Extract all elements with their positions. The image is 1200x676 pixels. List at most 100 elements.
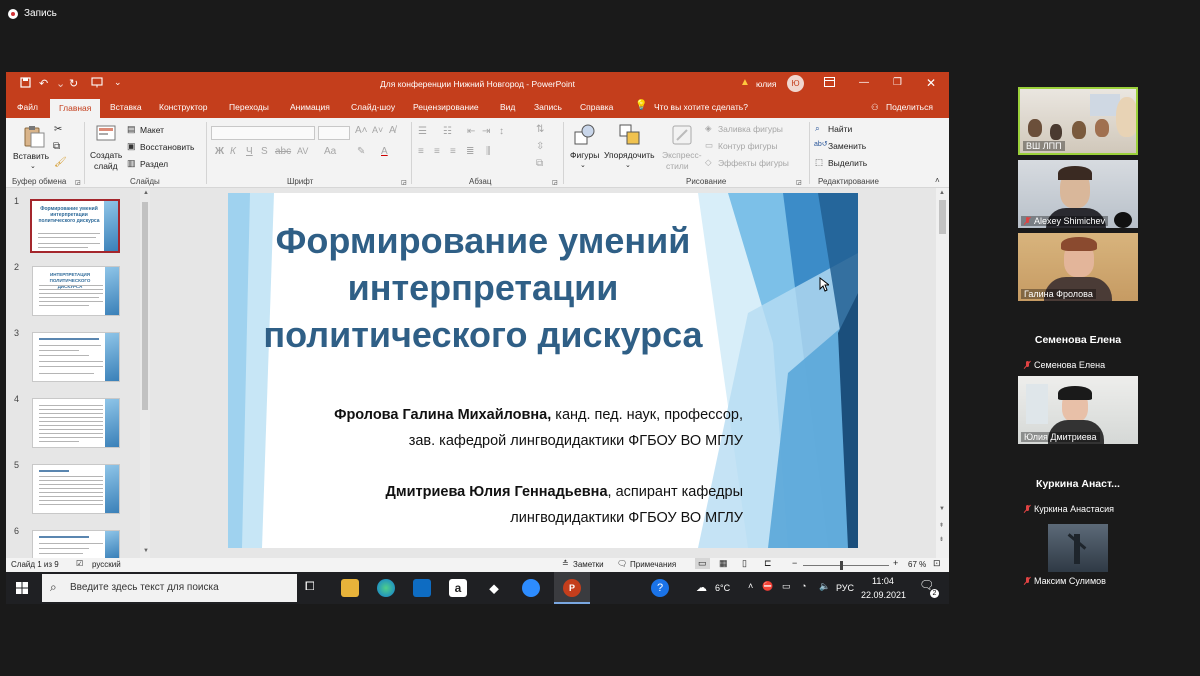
arrange-dropdown-icon[interactable]: ⌄ <box>625 161 631 169</box>
replace-icon[interactable]: ab↺ <box>814 140 828 148</box>
tab-help[interactable]: Справка <box>580 102 613 112</box>
input-language[interactable]: РУС <box>836 583 854 593</box>
avatar[interactable]: Ю <box>787 75 804 92</box>
zoom-in-button[interactable]: + <box>893 558 898 568</box>
ribbon-display-options-icon[interactable] <box>824 77 835 90</box>
find-icon[interactable]: ⌕ <box>815 123 820 134</box>
language-indicator[interactable]: русский <box>92 560 121 569</box>
smartart-icon[interactable]: ⧉ <box>536 158 543 169</box>
layout-button[interactable]: Макет <box>140 125 164 135</box>
layout-icon[interactable]: ▤ <box>127 124 136 135</box>
reset-button[interactable]: Восстановить <box>140 142 194 152</box>
shape-fill-button[interactable]: Заливка фигуры <box>718 124 783 134</box>
participant-tile-4[interactable]: Семенова Елена Семенова Елена <box>1018 304 1138 372</box>
increase-font-icon[interactable]: A˄ <box>355 125 368 136</box>
participant-tile-7[interactable]: Максим Сулимов <box>1018 520 1138 588</box>
shadow-icon[interactable]: S <box>261 146 268 157</box>
change-case-icon[interactable]: Aa <box>324 146 336 157</box>
share-button[interactable]: Поделиться <box>886 102 933 112</box>
increase-indent-icon[interactable]: ⇥ <box>482 126 490 137</box>
battery-icon[interactable]: ▭ <box>782 581 791 592</box>
notes-button[interactable]: Заметки <box>573 560 604 569</box>
bullets-icon[interactable]: ☰ <box>418 126 427 137</box>
paste-button[interactable]: Вставить <box>13 151 49 161</box>
paste-dropdown-icon[interactable]: ⌄ <box>30 162 36 170</box>
share-icon[interactable]: ⚇ <box>871 102 879 113</box>
thumbnails-scrollbar[interactable]: ▲ ▼ <box>140 188 150 558</box>
slide-scrollbar[interactable]: ▲ ▼ ⇞ ⇟ <box>936 188 949 558</box>
collapse-ribbon-icon[interactable]: ˄ <box>935 176 940 185</box>
tab-view[interactable]: Вид <box>500 102 515 112</box>
tab-design[interactable]: Конструктор <box>159 102 207 112</box>
text-direction-icon[interactable]: ⇅ <box>536 124 544 135</box>
tab-recording[interactable]: Запись <box>534 102 562 112</box>
tab-home[interactable]: Главная <box>50 99 101 119</box>
clock-date[interactable]: 22.09.2021 <box>861 590 906 600</box>
drawing-launcher-icon[interactable]: ◲ <box>796 179 802 186</box>
quick-styles-label-1[interactable]: Экспресс- <box>662 150 702 160</box>
close-icon[interactable]: ✕ <box>926 76 936 90</box>
italic-icon[interactable]: К <box>230 146 236 157</box>
format-painter-icon[interactable]: 🖌 <box>54 157 67 168</box>
tray-chevron-icon[interactable]: ˄ <box>748 581 753 591</box>
zoom-level[interactable]: 67 % <box>908 560 926 569</box>
shape-outline-button[interactable]: Контур фигуры <box>718 141 777 151</box>
underline-icon[interactable]: Ч <box>246 146 253 157</box>
new-slide-label-2[interactable]: слайд <box>94 161 118 171</box>
paragraph-launcher-icon[interactable]: ◲ <box>552 179 558 186</box>
zoom-slider[interactable] <box>803 565 889 566</box>
copy-icon[interactable]: ⧉ <box>53 141 60 152</box>
tab-insert[interactable]: Вставка <box>110 102 142 112</box>
quick-styles-label-2[interactable]: стили <box>666 161 689 171</box>
bold-icon[interactable]: Ж <box>215 146 224 157</box>
slide-thumbnail-1[interactable]: Формирование умений интерпретации полити… <box>30 199 120 253</box>
align-left-icon[interactable]: ≡ <box>418 146 424 157</box>
shapes-dropdown-icon[interactable]: ⌄ <box>580 161 586 169</box>
decrease-indent-icon[interactable]: ⇤ <box>467 126 475 137</box>
task-view-icon[interactable]: ⧠ <box>305 579 323 597</box>
taskbar-powerpoint[interactable]: P <box>554 572 590 604</box>
strikethrough-icon[interactable]: abc <box>275 146 291 157</box>
notes-icon[interactable]: ≛ <box>562 559 569 568</box>
tell-me-search[interactable]: Что вы хотите сделать? <box>654 102 748 112</box>
participant-tile-6[interactable]: Куркина Анаст... Куркина Анастасия <box>1018 448 1138 516</box>
new-slide-label-1[interactable]: Создать <box>90 150 122 160</box>
weather-icon[interactable]: ☁ <box>696 581 707 594</box>
fit-slide-icon[interactable]: ⊡ <box>933 558 941 569</box>
dropbox-icon[interactable]: ⬥ <box>485 579 503 597</box>
clock-time[interactable]: 11:04 <box>872 576 894 586</box>
find-button[interactable]: Найти <box>828 124 852 134</box>
arrange-icon[interactable] <box>618 123 642 149</box>
highlight-icon[interactable]: ✎ <box>357 146 365 157</box>
shape-outline-icon[interactable]: ▭ <box>705 140 713 151</box>
minimize-icon[interactable]: — <box>859 77 869 88</box>
align-right-icon[interactable]: ≡ <box>450 146 456 157</box>
mail-icon[interactable] <box>413 579 431 597</box>
columns-icon[interactable]: ⫼ <box>486 146 491 157</box>
font-color-icon[interactable]: A <box>381 146 388 157</box>
comments-icon[interactable]: 🗨 <box>617 559 627 568</box>
slide-title[interactable]: Формирование умений интерпретации полити… <box>248 217 718 358</box>
start-button[interactable] <box>6 572 38 604</box>
replace-button[interactable]: Заменить <box>828 141 866 151</box>
shape-fill-icon[interactable]: ◈ <box>705 123 712 134</box>
temperature[interactable]: 6°C <box>715 583 730 593</box>
slide-thumbnail-2[interactable]: ИНТЕРПРЕТАЦИЯ ПОЛИТИЧЕСКОГО ДИСКУРСА <box>32 266 120 316</box>
proofing-icon[interactable]: ☑ <box>76 559 83 568</box>
arrange-button[interactable]: Упорядочить <box>604 150 655 160</box>
participant-tile-1[interactable]: ВШ ЛПП <box>1018 87 1138 155</box>
normal-view-icon[interactable]: ▭ <box>695 558 710 569</box>
zoom-slider-thumb[interactable] <box>840 561 843 570</box>
shapes-icon[interactable] <box>573 123 597 149</box>
taskbar-search[interactable]: ⌕ Введите здесь текст для поиска <box>42 574 297 602</box>
clear-formatting-icon[interactable]: A̸ <box>389 125 396 136</box>
decrease-font-icon[interactable]: A˅ <box>372 125 383 135</box>
participant-tile-3[interactable]: Галина Фролова <box>1018 233 1138 301</box>
slide-thumbnail-5[interactable] <box>32 464 120 514</box>
font-size-select[interactable] <box>318 126 350 140</box>
spacing-icon[interactable]: AV <box>297 146 308 156</box>
comments-button[interactable]: Примечания <box>630 560 676 569</box>
zoom-out-button[interactable]: − <box>792 558 797 568</box>
numbering-icon[interactable]: ☷ <box>443 126 452 137</box>
select-button[interactable]: Выделить <box>828 158 867 168</box>
